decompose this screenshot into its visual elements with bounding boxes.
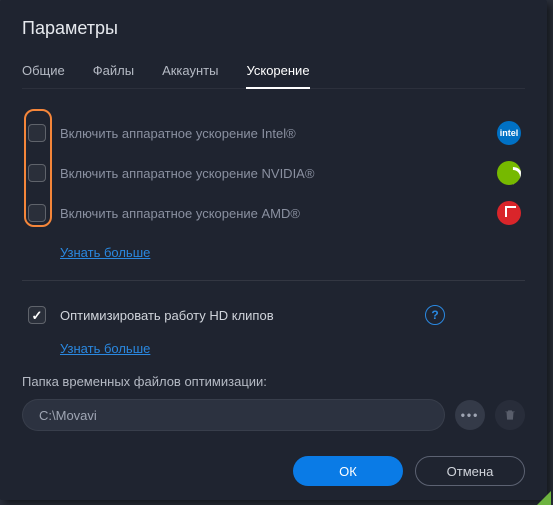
trash-icon [503,408,517,422]
help-icon[interactable]: ? [425,305,445,325]
temp-folder-input[interactable]: C:\Movavi [22,399,445,431]
nvidia-accel-checkbox[interactable] [28,164,46,182]
optimize-learn-more-link[interactable]: Узнать больше [60,341,150,356]
browse-button[interactable]: ••• [455,400,485,430]
accel-learn-more-link[interactable]: Узнать больше [60,245,150,260]
temp-folder-value: C:\Movavi [39,408,97,423]
tab-acceleration[interactable]: Ускорение [246,57,309,88]
optimize-hd-label: Оптимизировать работу HD клипов [60,308,413,323]
optimize-hd-checkbox[interactable] [28,306,46,324]
acceleration-checkbox-group: Включить аппаратное ускорение Intel® int… [22,107,525,239]
nvidia-accel-row: Включить аппаратное ускорение NVIDIA® [22,153,525,193]
cancel-button[interactable]: Отмена [415,456,525,486]
tabs: Общие Файлы Аккаунты Ускорение [22,57,525,89]
divider [22,280,525,281]
resize-grip-icon [537,491,551,505]
tab-files[interactable]: Файлы [93,57,134,88]
amd-accel-label: Включить аппаратное ускорение AMD® [60,206,497,221]
intel-accel-checkbox[interactable] [28,124,46,142]
intel-icon: intel [497,121,521,145]
tab-accounts[interactable]: Аккаунты [162,57,218,88]
intel-accel-label: Включить аппаратное ускорение Intel® [60,126,497,141]
temp-folder-label: Папка временных файлов оптимизации: [22,374,525,389]
nvidia-icon [497,161,521,185]
dialog-buttons: ОК Отмена [22,438,525,486]
optimize-section: Оптимизировать работу HD клипов ? Узнать… [22,295,525,431]
delete-button[interactable] [495,400,525,430]
acceleration-section: Включить аппаратное ускорение Intel® int… [22,107,525,266]
tab-general[interactable]: Общие [22,57,65,88]
optimize-row: Оптимизировать работу HD клипов ? [22,295,525,335]
window-title: Параметры [22,18,525,39]
intel-accel-row: Включить аппаратное ускорение Intel® int… [22,113,525,153]
ellipsis-icon: ••• [461,408,480,422]
amd-icon [497,201,521,225]
amd-accel-checkbox[interactable] [28,204,46,222]
settings-window: Параметры Общие Файлы Аккаунты Ускорение… [0,0,547,500]
nvidia-accel-label: Включить аппаратное ускорение NVIDIA® [60,166,497,181]
ok-button[interactable]: ОК [293,456,403,486]
temp-folder-row: C:\Movavi ••• [22,399,525,431]
amd-accel-row: Включить аппаратное ускорение AMD® [22,193,525,233]
